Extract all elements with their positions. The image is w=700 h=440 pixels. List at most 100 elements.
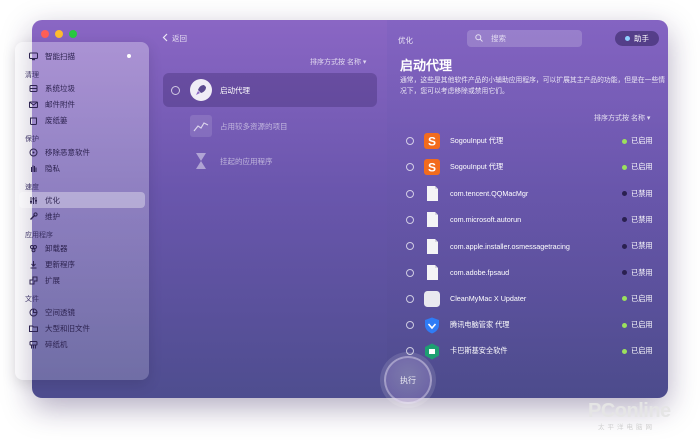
sidebar-item-trash[interactable]: 废纸篓: [19, 112, 145, 128]
agent-row-radio[interactable]: [406, 268, 414, 277]
rocket-icon: [190, 79, 212, 101]
agent-row-radio[interactable]: [406, 347, 414, 356]
sidebar-item-label: 优化: [45, 195, 60, 205]
agent-status-toggle[interactable]: 已启用: [622, 346, 658, 356]
assistant-button[interactable]: 助手: [615, 31, 659, 46]
sidebar-item-malware-removal[interactable]: 移除恶意软件: [19, 144, 145, 160]
chart-icon: [190, 115, 212, 137]
agent-row-name: 腾讯电脑管家 代理: [450, 320, 510, 330]
agent-row[interactable]: com.apple.installer.osmessagetracing 已禁用: [406, 233, 658, 259]
agent-row-radio[interactable]: [406, 321, 414, 330]
mid-item-hung-apps[interactable]: 挂起的应用程序: [163, 144, 377, 178]
scan-indicator-dot: [127, 54, 131, 58]
mid-item-label: 挂起的应用程序: [220, 156, 273, 166]
assistant-dot-icon: [625, 36, 630, 41]
update-icon: [29, 260, 38, 269]
status-dot-icon: [622, 296, 627, 302]
sidebar-item-smart-scan[interactable]: 智能扫描: [19, 48, 145, 64]
biohazard-icon: [29, 148, 38, 157]
hourglass-icon: [190, 150, 212, 172]
agent-status-label: 已启用: [631, 346, 653, 356]
agent-status-label: 已禁用: [631, 241, 653, 251]
sidebar-item-system-junk[interactable]: 系统垃圾: [19, 80, 145, 96]
mail-icon: [29, 100, 38, 109]
agent-row[interactable]: 腾讯电脑管家 代理 已启用: [406, 312, 658, 338]
sidebar-item-privacy[interactable]: 隐私: [19, 160, 145, 176]
page-title: 启动代理: [400, 58, 453, 73]
agent-status-toggle[interactable]: 已启用: [622, 162, 658, 172]
agent-status-toggle[interactable]: 已禁用: [622, 189, 658, 199]
sidebar-section-title: 应用程序: [25, 232, 53, 239]
agent-row[interactable]: CleanMyMac X Updater 已启用: [406, 286, 658, 312]
agent-row-radio[interactable]: [406, 163, 414, 172]
agent-status-toggle[interactable]: 已启用: [622, 136, 658, 146]
assistant-label: 助手: [634, 34, 649, 43]
file-icon: [424, 211, 440, 229]
sidebar-section-title: 文件: [25, 296, 39, 303]
kaspersky-icon: [424, 342, 440, 360]
agent-row-radio[interactable]: [406, 215, 414, 224]
minimize-window-button[interactable]: [55, 30, 63, 38]
agent-row-radio[interactable]: [406, 137, 414, 145]
shredder-icon: [29, 340, 38, 349]
back-button[interactable]: 返回: [162, 33, 187, 44]
sidebar-item-large-old-files[interactable]: 大型和旧文件: [19, 320, 145, 336]
close-window-button[interactable]: [41, 30, 49, 38]
agent-status-toggle[interactable]: 已禁用: [622, 241, 658, 251]
watermark-sub: 太平洋电脑网: [598, 424, 655, 431]
agent-status-toggle[interactable]: 已禁用: [622, 215, 658, 225]
sidebar-section-title: 保护: [25, 136, 39, 143]
wrench-icon: [29, 211, 38, 221]
agent-status-label: 已禁用: [631, 214, 653, 224]
sidebar-item-label: 维护: [45, 211, 60, 221]
status-dot-icon: [622, 191, 627, 197]
agent-row[interactable]: com.tencent.QQMacMgr 已禁用: [406, 181, 658, 207]
sidebar-item-extensions[interactable]: 扩展: [19, 272, 145, 288]
sidebar-item-shredder[interactable]: 碎纸机: [19, 336, 145, 352]
sidebar-item-uninstaller[interactable]: 卸载器: [19, 240, 145, 256]
agent-row[interactable]: S SogouInput 代理 已启用: [406, 128, 658, 154]
sliders-icon: [29, 196, 38, 205]
window-controls: [41, 30, 77, 38]
extension-icon: [29, 276, 38, 285]
sidebar-item-label: 卸载器: [45, 243, 68, 253]
agent-row[interactable]: com.adobe.fpsaud 已禁用: [406, 260, 658, 286]
agent-row-name: com.microsoft.autorun: [450, 215, 522, 225]
agent-row[interactable]: S SogouInput 代理 已启用: [406, 154, 658, 180]
agent-status-toggle[interactable]: 已启用: [622, 294, 658, 304]
agent-row-radio[interactable]: [406, 189, 414, 198]
agent-status-label: 已禁用: [631, 188, 653, 198]
sidebar-item-space-lens[interactable]: 空间透镜: [19, 304, 145, 320]
file-icon: [424, 237, 440, 255]
monitor-scan-icon: [29, 52, 38, 61]
status-dot-icon: [622, 270, 627, 275]
search-placeholder: 搜索: [491, 34, 506, 43]
agent-status-label: 已启用: [631, 136, 653, 145]
status-dot-icon: [622, 164, 627, 170]
agent-row-radio[interactable]: [406, 294, 414, 303]
search-input[interactable]: 搜索: [467, 30, 582, 47]
right-sort-dropdown[interactable]: 排序方式按 名称 ▾: [594, 113, 650, 123]
agent-row[interactable]: com.microsoft.autorun 已禁用: [406, 207, 658, 233]
sidebar-item-mail-attachments[interactable]: 邮件附件: [19, 96, 145, 112]
mid-item-launch-agents[interactable]: 启动代理: [163, 73, 377, 107]
agent-row-radio[interactable]: [406, 242, 414, 251]
agent-row-name: SogouInput 代理: [450, 162, 504, 172]
sidebar-item-label: 废纸篓: [45, 115, 68, 125]
agent-row-name: com.apple.installer.osmessagetracing: [450, 241, 570, 251]
mid-item-label: 占用较多资源的项目: [220, 121, 288, 131]
sidebar-item-label: 更新程序: [45, 259, 75, 269]
sidebar-item-updater[interactable]: 更新程序: [19, 256, 145, 272]
agent-status-toggle[interactable]: 已禁用: [622, 268, 658, 278]
sidebar-item-maintenance[interactable]: 维护: [19, 208, 145, 224]
zoom-window-button[interactable]: [69, 30, 77, 38]
search-icon: [475, 33, 483, 44]
file-icon: [424, 185, 440, 203]
agent-status-toggle[interactable]: 已启用: [622, 320, 658, 330]
mid-item-heavy-consumers[interactable]: 占用较多资源的项目: [163, 109, 377, 143]
execute-button[interactable]: 执行: [384, 356, 432, 404]
sidebar-item-optimization[interactable]: 优化: [19, 192, 145, 208]
agent-row[interactable]: 卡巴斯基安全软件 已启用: [406, 338, 658, 364]
middle-sort-dropdown[interactable]: 排序方式按 名称 ▾: [310, 57, 366, 67]
mid-item-radio[interactable]: [171, 85, 180, 95]
